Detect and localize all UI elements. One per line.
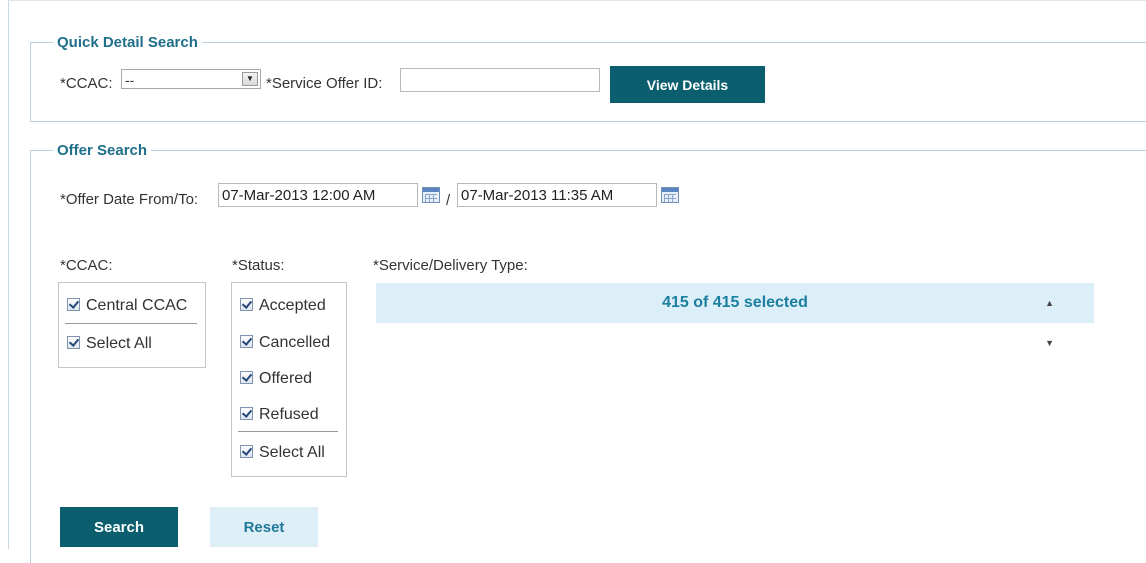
- status-checkbox-list: Accepted Cancelled Offered Refused Selec…: [231, 282, 347, 477]
- chevron-down-icon[interactable]: ▼: [242, 72, 258, 86]
- divider: [65, 323, 197, 324]
- offer-search-legend: Offer Search: [57, 142, 148, 159]
- status-option-accepted[interactable]: Accepted: [240, 297, 326, 317]
- divider: [238, 431, 338, 432]
- service-offer-id-input[interactable]: [400, 68, 600, 92]
- checkbox-checked-icon[interactable]: [67, 298, 80, 311]
- status-label: *Status:: [232, 257, 285, 274]
- quick-detail-search-legend: Quick Detail Search: [57, 34, 198, 51]
- view-details-button[interactable]: View Details: [610, 66, 765, 103]
- up-down-arrows-icon[interactable]: ▲ ▼: [1045, 283, 1054, 363]
- status-option-select-all[interactable]: Select All: [240, 444, 325, 464]
- service-offer-id-label: *Service Offer ID:: [266, 75, 383, 92]
- checkbox-checked-icon[interactable]: [240, 298, 253, 311]
- checkbox-checked-icon[interactable]: [240, 371, 253, 384]
- offer-date-from-input[interactable]: [218, 183, 418, 207]
- reset-button[interactable]: Reset: [210, 507, 318, 547]
- offer-date-label: *Offer Date From/To:: [60, 191, 199, 208]
- search-button[interactable]: Search: [60, 507, 178, 547]
- ccac-option-central[interactable]: Central CCAC: [67, 297, 187, 317]
- checkbox-checked-icon[interactable]: [240, 335, 253, 348]
- status-option-cancelled[interactable]: Cancelled: [240, 334, 330, 354]
- status-option-label: Accepted: [259, 297, 326, 314]
- service-delivery-type-multiselect[interactable]: 415 of 415 selected ▲ ▼: [376, 283, 1094, 348]
- ccac-checkbox-list: Central CCAC Select All: [58, 282, 206, 368]
- quick-ccac-value: --: [125, 72, 135, 88]
- status-option-label: Refused: [259, 406, 319, 423]
- status-option-refused[interactable]: Refused: [240, 406, 319, 426]
- ccac-label: *CCAC:: [60, 257, 113, 274]
- ccac-option-select-all[interactable]: Select All: [67, 335, 152, 355]
- checkbox-checked-icon[interactable]: [67, 336, 80, 349]
- status-option-label: Select All: [259, 444, 325, 461]
- calendar-icon[interactable]: [661, 187, 679, 203]
- status-option-label: Cancelled: [259, 334, 331, 351]
- status-option-label: Offered: [259, 370, 313, 387]
- offer-date-to-input[interactable]: [457, 183, 657, 207]
- ccac-option-label: Select All: [86, 335, 152, 352]
- ccac-option-label: Central CCAC: [86, 297, 188, 314]
- checkbox-checked-icon[interactable]: [240, 445, 253, 458]
- service-delivery-type-label: *Service/Delivery Type:: [373, 257, 528, 274]
- checkbox-checked-icon[interactable]: [240, 407, 253, 420]
- calendar-icon[interactable]: [422, 187, 440, 203]
- quick-ccac-label: *CCAC:: [60, 75, 113, 92]
- quick-ccac-select[interactable]: -- ▼: [121, 69, 261, 89]
- service-delivery-type-value: 415 of 415 selected: [662, 294, 808, 311]
- status-option-offered[interactable]: Offered: [240, 370, 312, 390]
- date-separator: /: [446, 192, 451, 209]
